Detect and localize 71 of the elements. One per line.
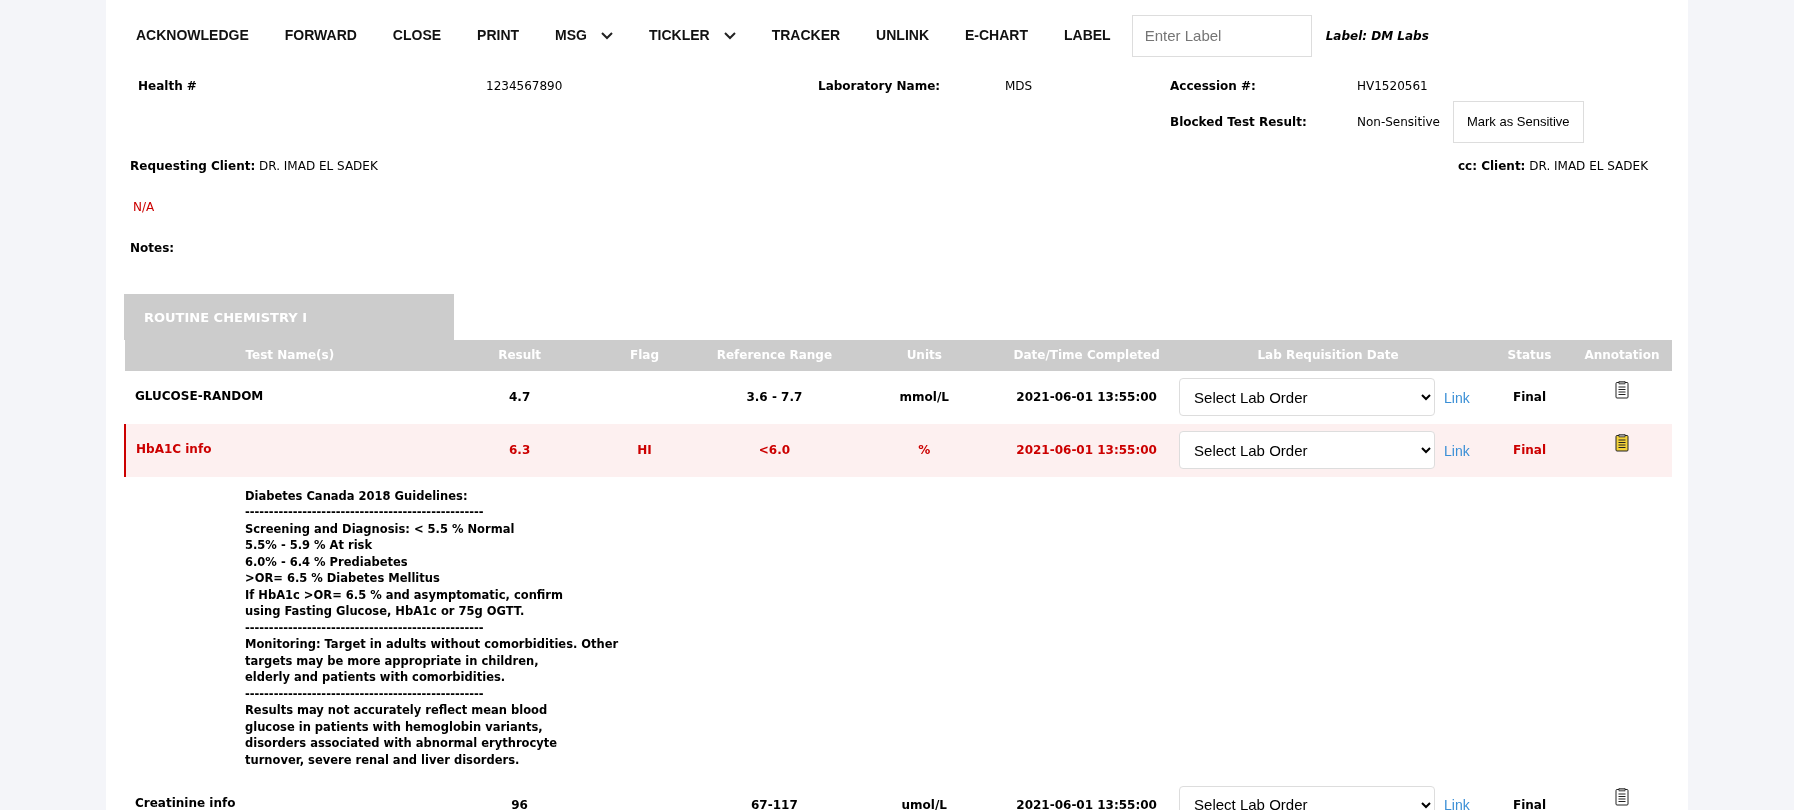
comment-line: Results may not accurately reflect mean blood (245, 702, 549, 719)
reference-range: 67-117 (751, 797, 798, 810)
note-icon[interactable] (1614, 433, 1629, 452)
result-value: 4.7 (509, 390, 531, 404)
units-value: % (918, 443, 931, 457)
toolbar-button[interactable]: TRACKER (771, 25, 841, 46)
dropdown-button[interactable]: TICKLER (649, 25, 736, 46)
comment-line: If HbA1c >OR= 6.5 % and asymptomatic, confirm (245, 586, 565, 603)
requesting-client: Requesting Client: DR. IMAD EL SADEK (130, 157, 378, 175)
comment-line: Diabetes Canada 2018 Guidelines: (245, 487, 469, 504)
notes-label: Notes: (130, 239, 175, 257)
field-value: MDS (1005, 78, 1034, 95)
mark-sensitive-button[interactable]: Mark as Sensitive (1452, 101, 1584, 143)
status-value: Final (1512, 390, 1546, 404)
caret-icon (601, 31, 613, 40)
result-value: 96 (511, 797, 528, 810)
link[interactable]: Link (1444, 389, 1470, 406)
toolbar-button[interactable]: FORWARD (284, 25, 357, 46)
document-icon[interactable] (1614, 788, 1629, 806)
lab-order-select[interactable]: Select Lab Order (1179, 431, 1436, 469)
reference-range: <6.0 (758, 443, 791, 457)
toolbar-button[interactable]: CLOSE (392, 25, 442, 46)
field-label: Accession #: (1170, 78, 1257, 95)
status-value: Final (1512, 797, 1546, 810)
toolbar-button[interactable]: LABEL (1064, 25, 1111, 46)
test-name: HbA1C info (136, 441, 212, 456)
comment-line: -------------------------------------------------- (245, 619, 485, 636)
field-value: 1234567890 (486, 78, 564, 95)
comment-line: disorders associated with abnormal erythrocyte (245, 735, 559, 752)
toolbar-button[interactable]: E-CHART (965, 25, 1028, 46)
units-value: umol/L (901, 797, 947, 810)
cc-client: cc: Client: DR. IMAD EL SADEK (1457, 157, 1648, 175)
lab-order-select[interactable]: Select Lab Order (1179, 785, 1436, 810)
toolbar-button[interactable]: UNLINK (876, 25, 929, 46)
comment-line: turnover, severe renal and liver disorders. (245, 751, 521, 768)
flag-value: HI (637, 443, 652, 457)
field-label: Health # (138, 78, 198, 95)
link[interactable]: Link (1444, 797, 1470, 810)
completed-time: 2021-06-01 13:55:00 (1016, 443, 1157, 457)
comment-line: 6.0% - 6.4 % Prediabetes (245, 553, 409, 570)
comment-line: Monitoring: Target in adults without comorbidities. Other (245, 636, 620, 653)
current-label: Label: DM Labs (1325, 27, 1429, 45)
comment-line: >OR= 6.5 % Diabetes Mellitus (245, 570, 441, 587)
dropdown-button[interactable]: MSG (555, 25, 613, 46)
document-icon[interactable] (1614, 380, 1629, 399)
comment-line: elderly and patients with comorbidities. (245, 669, 507, 686)
test-name: Creatinine info (135, 796, 236, 810)
result-value: 6.3 (509, 443, 531, 457)
status-note: N/A (133, 198, 155, 216)
field-label: Laboratory Name: (818, 78, 942, 95)
field-value: Non-Sensitive (1357, 113, 1440, 131)
field-label: Blocked Test Result: (1170, 113, 1308, 131)
status-value: Final (1512, 443, 1546, 457)
lab-order-select[interactable]: Select Lab Order (1179, 378, 1436, 416)
units-value: mmol/L (899, 390, 949, 404)
comment-line: 5.5% - 5.9 % At risk (245, 537, 374, 554)
comment-line: -------------------------------------------------- (245, 685, 485, 702)
completed-time: 2021-06-01 13:55:00 (1016, 390, 1157, 404)
comment-line: using Fasting Glucose, HbA1c or 75g OGTT. (245, 603, 526, 620)
comment-line: targets may be more appropriate in children, (245, 652, 540, 669)
comment-line: -------------------------------------------------- (245, 504, 485, 521)
toolbar-button[interactable]: PRINT (477, 25, 520, 46)
comment-line: Screening and Diagnosis: < 5.5 % Normal (245, 520, 516, 537)
comment-line: glucose in patients with hemoglobin variants, (245, 718, 544, 735)
test-name: GLUCOSE-RANDOM (135, 388, 264, 403)
completed-time: 2021-06-01 13:55:00 (1016, 797, 1157, 810)
field-value: HV1520561 (1357, 78, 1428, 95)
caret-icon (723, 31, 736, 40)
toolbar-button[interactable]: ACKNOWLEDGE (136, 25, 249, 46)
label-field[interactable]: Enter Label (1131, 14, 1312, 57)
reference-range: 3.6 - 7.7 (746, 390, 803, 404)
